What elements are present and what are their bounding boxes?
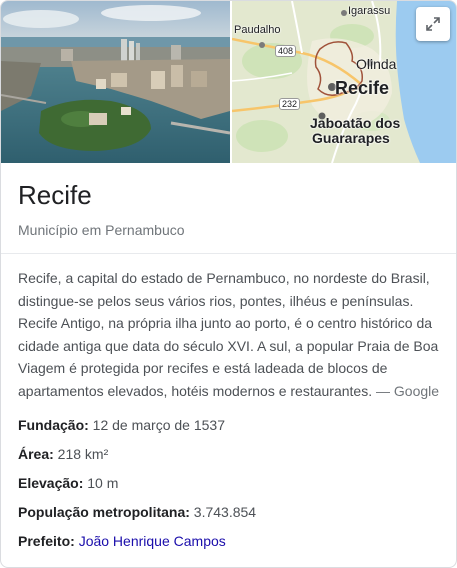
expand-map-button[interactable] [416,7,450,41]
description-source-link[interactable]: — Google [372,383,439,399]
map-label-igarassu: Igarassu [348,5,391,17]
entity-title: Recife [18,180,92,210]
map-label-olinda: Olinda [356,56,397,72]
map-label-jaboatao-1: Jaboatão dos [310,115,401,131]
map-label-recife: Recife [335,78,390,98]
fact-elevacao: Elevação: 10 m [18,473,118,493]
map-thumbnail[interactable]: Igarassu Paudalho Olinda Recife Jaboatão… [232,1,456,163]
fact-area: Área: 218 km² [18,444,108,464]
entity-header: Recife Município em Pernambuco [1,163,456,254]
city-photo[interactable] [1,1,230,163]
media-strip: Igarassu Paudalho Olinda Recife Jaboatão… [1,1,456,163]
city-photo-image [1,1,230,163]
description-text: Recife, a capital do estado de Pernambuc… [18,270,439,399]
map-label-paudalho: Paudalho [234,24,281,36]
fact-fundacao-label: Fundação: [18,417,89,433]
fact-area-label: Área: [18,446,54,462]
fact-populacao-label: População metropolitana: [18,504,190,520]
fact-fundacao: Fundação: 12 de março de 1537 [18,415,225,435]
road-shield-408: 408 [275,45,297,57]
entity-subtitle: Município em Pernambuco [18,222,185,238]
map-label-jaboatao-2: Guararapes [312,130,390,146]
entity-description: Recife, a capital do estado de Pernambuc… [18,267,443,402]
fact-elevacao-value: 10 m [83,475,119,491]
fact-area-value: 218 km² [53,446,109,462]
fact-populacao: População metropolitana: 3.743.854 [18,502,256,522]
fact-populacao-value: 3.743.854 [189,504,257,520]
fact-elevacao-label: Elevação: [18,475,84,491]
fact-prefeito-link[interactable]: João Henrique Campos [79,533,226,549]
road-shield-232: 232 [279,98,301,110]
expand-icon [426,17,440,31]
fact-prefeito-label: Prefeito: [18,533,75,549]
fact-fundacao-value: 12 de março de 1537 [88,417,225,433]
knowledge-panel: Igarassu Paudalho Olinda Recife Jaboatão… [0,0,457,568]
fact-prefeito: Prefeito: João Henrique Campos [18,531,226,551]
